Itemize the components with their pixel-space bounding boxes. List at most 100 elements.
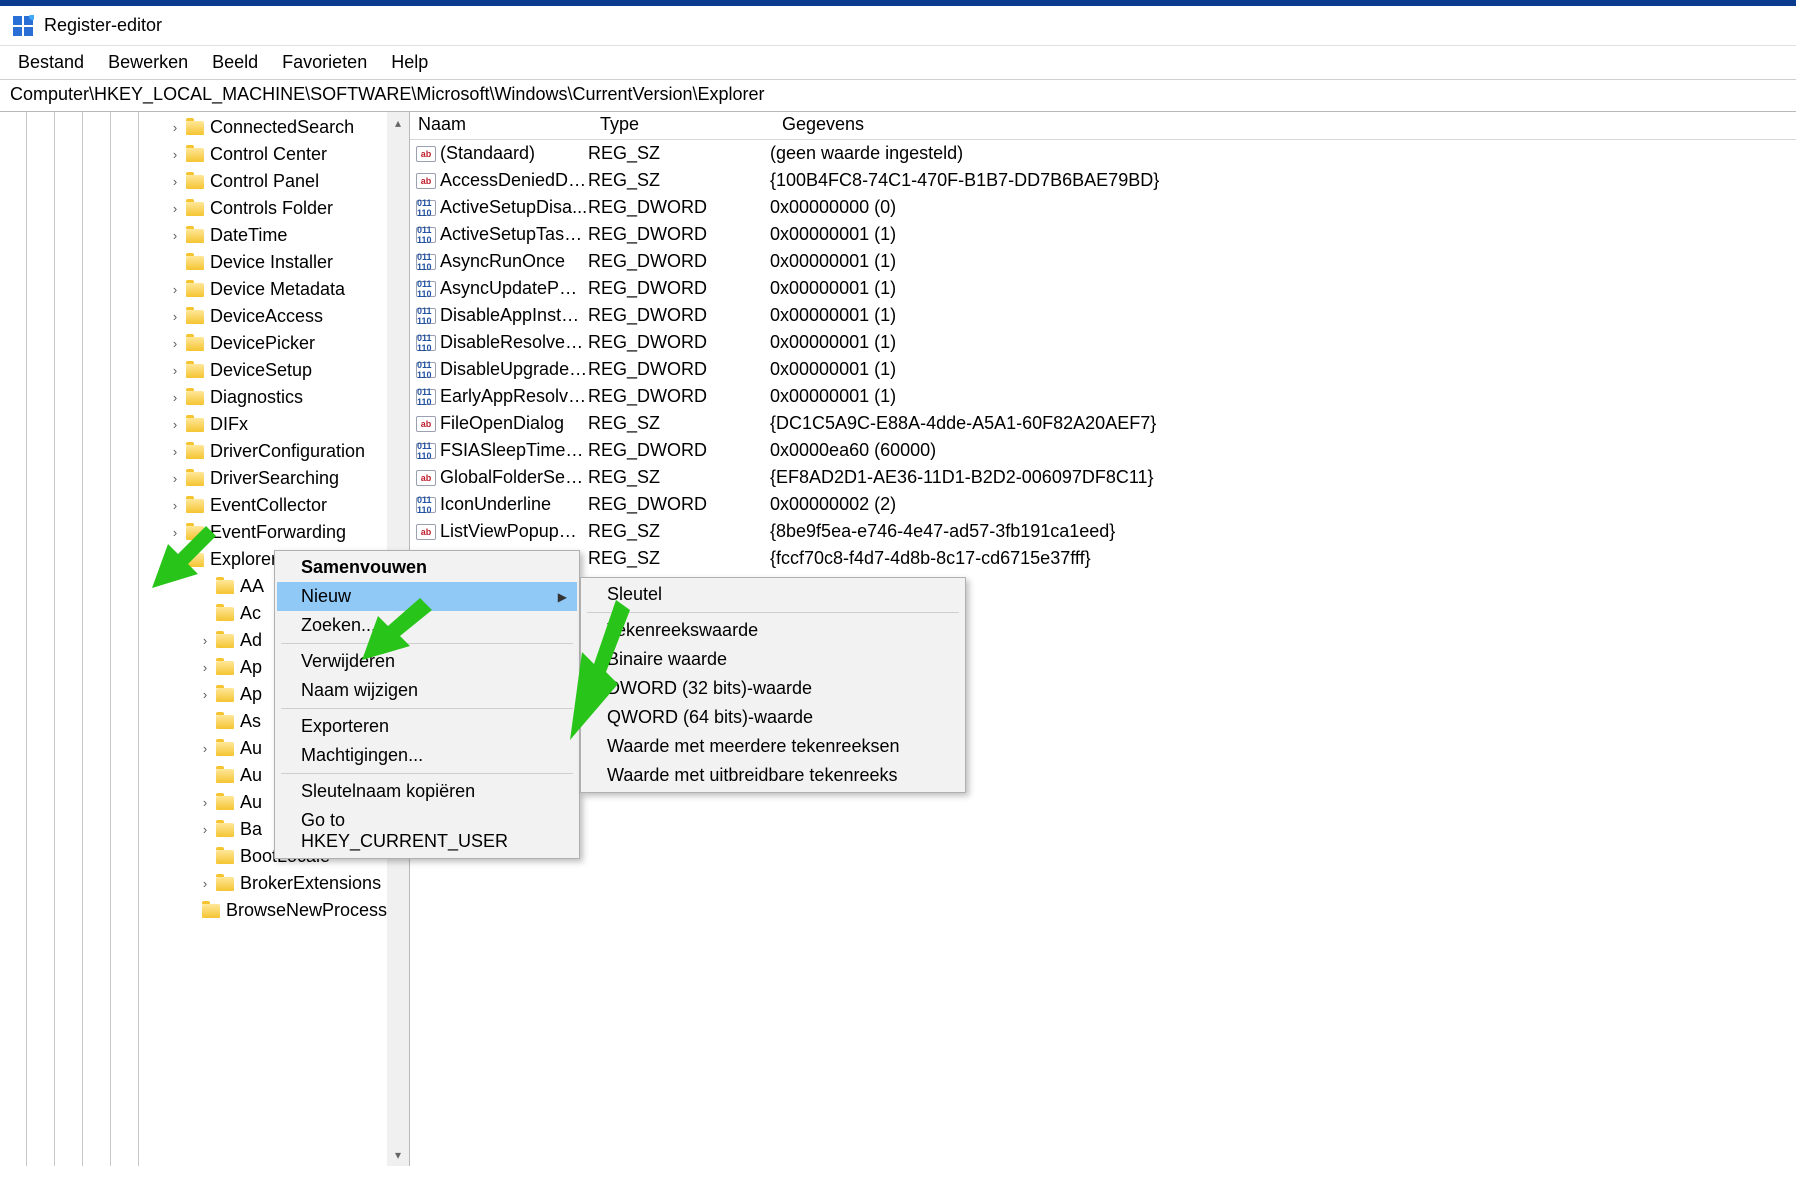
menu-item[interactable]: Machtigingen...: [277, 741, 577, 770]
menu-favorites[interactable]: Favorieten: [270, 48, 379, 77]
list-item[interactable]: abFileOpenDialogREG_SZ{DC1C5A9C-E88A-4dd…: [410, 410, 1796, 437]
tree-item[interactable]: BrowseNewProcess: [0, 897, 387, 924]
col-header-data[interactable]: Gegevens: [774, 112, 1796, 139]
tree-item[interactable]: ›ConnectedSearch: [0, 114, 387, 141]
chevron-right-icon[interactable]: ›: [168, 147, 182, 162]
tree-item[interactable]: ›DevicePicker: [0, 330, 387, 357]
menu-item[interactable]: Zoeken...: [277, 611, 577, 640]
menu-item[interactable]: Exporteren: [277, 712, 577, 741]
list-item[interactable]: abAccessDeniedDia...REG_SZ{100B4FC8-74C1…: [410, 167, 1796, 194]
tree-item[interactable]: Device Installer: [0, 249, 387, 276]
scroll-up-icon[interactable]: ▴: [387, 112, 409, 134]
cell-type: REG_SZ: [588, 170, 770, 191]
tree-item[interactable]: ›EventCollector: [0, 492, 387, 519]
chevron-right-icon[interactable]: ›: [168, 417, 182, 432]
context-menu-new[interactable]: Sleutel TekenreekswaardeBinaire waardeDWO…: [580, 577, 966, 793]
folder-icon: [186, 202, 204, 216]
menu-edit[interactable]: Bewerken: [96, 48, 200, 77]
menu-item[interactable]: Verwijderen: [277, 647, 577, 676]
list-item[interactable]: 011 110FSIASleepTimeIn...REG_DWORD0x0000…: [410, 437, 1796, 464]
tree-item[interactable]: › Controls Folder: [0, 195, 387, 222]
cell-data: {fccf70c8-f4d7-4d8b-8c17-cd6715e37fff}: [770, 548, 1796, 569]
menu-item[interactable]: Go to HKEY_CURRENT_USER: [277, 806, 577, 856]
scroll-down-icon[interactable]: ▾: [387, 1144, 409, 1166]
chevron-right-icon[interactable]: ›: [168, 336, 182, 351]
chevron-right-icon[interactable]: ›: [168, 282, 182, 297]
list-item[interactable]: 011 110AsyncRunOnceREG_DWORD0x00000001 (…: [410, 248, 1796, 275]
chevron-right-icon[interactable]: ›: [168, 390, 182, 405]
menu-item[interactable]: Sleutelnaam kopiëren: [277, 777, 577, 806]
tree-item[interactable]: ›DeviceAccess: [0, 303, 387, 330]
menu-item[interactable]: Binaire waarde: [583, 645, 963, 674]
menu-file[interactable]: Bestand: [6, 48, 96, 77]
tree-item[interactable]: ›DriverSearching: [0, 465, 387, 492]
menu-view[interactable]: Beeld: [200, 48, 270, 77]
tree-item-label: Ac: [240, 603, 261, 624]
menu-item[interactable]: Naam wijzigen: [277, 676, 577, 705]
chevron-right-icon[interactable]: ›: [168, 201, 182, 216]
tree-item[interactable]: ›EventForwarding: [0, 519, 387, 546]
list-item[interactable]: 011 110DisableResolveSt...REG_DWORD0x000…: [410, 329, 1796, 356]
list-item[interactable]: abGlobalFolderSetti...REG_SZ{EF8AD2D1-AE…: [410, 464, 1796, 491]
list-item[interactable]: 011 110DisableAppInstall...REG_DWORD0x00…: [410, 302, 1796, 329]
tree-item[interactable]: ›DIFx: [0, 411, 387, 438]
chevron-right-icon[interactable]: ›: [198, 687, 212, 702]
tree-item-label: DriverConfiguration: [210, 441, 365, 462]
chevron-right-icon[interactable]: ›: [198, 822, 212, 837]
list-item[interactable]: 011 110ActiveSetupTask...REG_DWORD0x0000…: [410, 221, 1796, 248]
cell-name: AsyncRunOnce: [440, 251, 588, 272]
chevron-right-icon[interactable]: ›: [168, 498, 182, 513]
list-item[interactable]: 011 110DisableUpgradeC...REG_DWORD0x0000…: [410, 356, 1796, 383]
tree-item[interactable]: ›BrokerExtensions: [0, 870, 387, 897]
chevron-right-icon[interactable]: ›: [198, 633, 212, 648]
address-bar[interactable]: Computer\HKEY_LOCAL_MACHINE\SOFTWARE\Mic…: [0, 80, 1796, 112]
list-item[interactable]: 011 110IconUnderlineREG_DWORD0x00000002 …: [410, 491, 1796, 518]
chevron-right-icon[interactable]: ›: [168, 174, 182, 189]
menu-item[interactable]: DWORD (32 bits)-waarde: [583, 674, 963, 703]
menu-item[interactable]: Waarde met uitbreidbare tekenreeks: [583, 761, 963, 790]
tree-item-label: Controls Folder: [210, 198, 333, 219]
cell-name: (Standaard): [440, 143, 588, 164]
tree-item[interactable]: ›Control Center: [0, 141, 387, 168]
chevron-right-icon[interactable]: ›: [198, 876, 212, 891]
cell-name: AsyncUpdatePCS...: [440, 278, 588, 299]
value-dword-icon: 011 110: [416, 335, 436, 351]
chevron-right-icon[interactable]: ›: [168, 363, 182, 378]
chevron-right-icon[interactable]: ›: [198, 795, 212, 810]
tree-item[interactable]: › DriverConfiguration: [0, 438, 387, 465]
chevron-right-icon[interactable]: ›: [168, 120, 182, 135]
menu-item[interactable]: Sleutel: [583, 580, 963, 609]
list-item[interactable]: ab(Standaard)REG_SZ(geen waarde ingestel…: [410, 140, 1796, 167]
menu-item[interactable]: Samenvouwen: [277, 553, 577, 582]
col-header-type[interactable]: Type: [592, 112, 774, 139]
list-item[interactable]: abListViewPopupCo...REG_SZ{8be9f5ea-e746…: [410, 518, 1796, 545]
menu-item[interactable]: Tekenreekswaarde: [583, 616, 963, 645]
list-item[interactable]: 011 110EarlyAppResolver...REG_DWORD0x000…: [410, 383, 1796, 410]
chevron-right-icon[interactable]: ›: [168, 471, 182, 486]
folder-icon: [216, 877, 234, 891]
tree-item-label: Device Metadata: [210, 279, 345, 300]
chevron-right-icon[interactable]: ›: [168, 309, 182, 324]
tree-item[interactable]: ›DeviceSetup: [0, 357, 387, 384]
folder-icon: [186, 148, 204, 162]
chevron-right-icon[interactable]: ›: [168, 228, 182, 243]
list-item[interactable]: 011 110ActiveSetupDisa...REG_DWORD0x0000…: [410, 194, 1796, 221]
app-icon: [12, 15, 34, 37]
chevron-right-icon[interactable]: ›: [168, 444, 182, 459]
list-item[interactable]: abREG_SZ{fccf70c8-f4d7-4d8b-8c17-cd6715e…: [410, 545, 1796, 572]
context-menu-main[interactable]: SamenvouwenNieuw▶Zoeken... VerwijderenNaa…: [274, 550, 580, 859]
tree-item[interactable]: › Device Metadata: [0, 276, 387, 303]
chevron-right-icon[interactable]: ›: [168, 525, 182, 540]
col-header-name[interactable]: Naam: [410, 112, 592, 139]
tree-item[interactable]: ›DateTime: [0, 222, 387, 249]
chevron-right-icon[interactable]: ›: [198, 660, 212, 675]
menu-item[interactable]: Nieuw▶: [277, 582, 577, 611]
menu-help[interactable]: Help: [379, 48, 440, 77]
tree-item[interactable]: ›Control Panel: [0, 168, 387, 195]
tree-item[interactable]: ›Diagnostics: [0, 384, 387, 411]
menu-item[interactable]: Waarde met meerdere tekenreeksen: [583, 732, 963, 761]
chevron-right-icon[interactable]: ›: [198, 741, 212, 756]
list-item[interactable]: 011 110AsyncUpdatePCS...REG_DWORD0x00000…: [410, 275, 1796, 302]
chevron-down-icon[interactable]: ▾: [168, 552, 182, 568]
menu-item[interactable]: QWORD (64 bits)-waarde: [583, 703, 963, 732]
